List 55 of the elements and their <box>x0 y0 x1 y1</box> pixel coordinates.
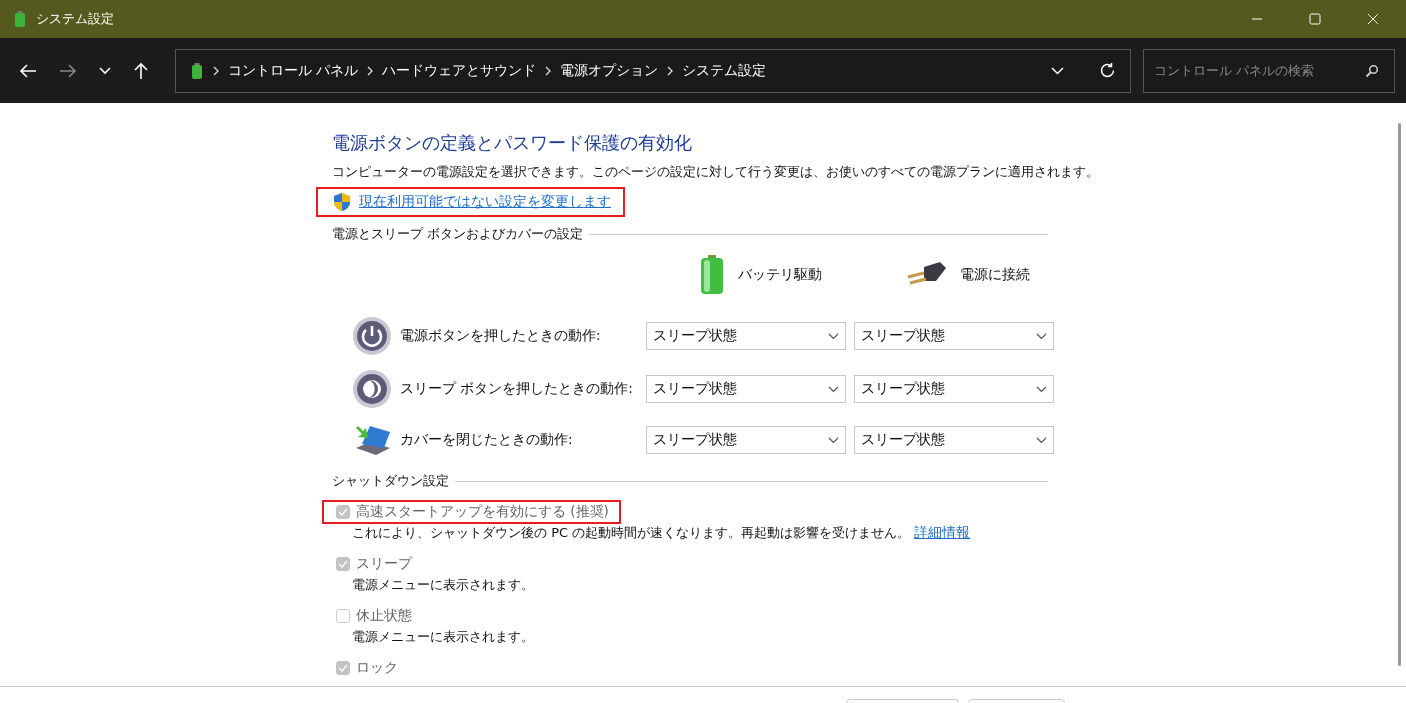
shield-icon <box>333 192 351 212</box>
moon-icon <box>352 369 392 409</box>
chevron-right-icon <box>213 65 219 76</box>
action-label: 電源ボタンを押したときの動作: <box>400 327 602 345</box>
chevron-right-icon <box>367 65 374 76</box>
chevron-down-icon <box>828 332 839 340</box>
address-bar[interactable]: コントロール パネル ハードウェアとサウンド 電源オプション システム設定 <box>175 48 1131 93</box>
battery-icon <box>12 10 28 28</box>
breadcrumb-item[interactable]: ハードウェアとサウンド <box>382 61 537 80</box>
action-label: スリープ ボタンを押したときの動作: <box>400 380 634 398</box>
maximize-icon[interactable] <box>1309 13 1321 25</box>
search-field[interactable]: コントロール パネルの検索 <box>1143 48 1395 93</box>
chevron-down-icon <box>1036 332 1047 340</box>
dropdown[interactable]: スリープ状態 <box>854 322 1054 350</box>
battery-icon <box>190 61 204 80</box>
chevron-down-icon[interactable] <box>99 66 111 75</box>
breadcrumb-item[interactable]: コントロール パネル <box>228 61 359 80</box>
chevron-down-icon[interactable] <box>1051 66 1064 75</box>
option-description: 電源メニューに表示されます。 <box>352 576 534 594</box>
chevron-down-icon <box>1036 385 1047 393</box>
dropdown[interactable]: スリープ状態 <box>646 426 846 454</box>
page-heading: 電源ボタンの定義とパスワード保護の有効化 <box>332 131 693 155</box>
section-title: シャットダウン設定 <box>332 472 449 490</box>
breadcrumb-item[interactable]: 電源オプション <box>560 61 659 80</box>
window-title: システム設定 <box>36 10 114 28</box>
checkbox-label: 高速スタートアップを有効にする (推奨) <box>356 503 609 521</box>
checkbox-label: 休止状態 <box>356 607 412 625</box>
battery-icon <box>698 255 726 295</box>
chevron-down-icon <box>1036 436 1047 444</box>
close-icon[interactable] <box>1367 13 1379 25</box>
up-arrow-icon[interactable] <box>133 61 149 80</box>
chevron-right-icon <box>667 65 674 76</box>
power-icon <box>352 316 392 356</box>
breadcrumb-item[interactable]: システム設定 <box>682 61 767 80</box>
section-title: 電源とスリープ ボタンおよびカバーの設定 <box>332 225 584 243</box>
column-header: バッテリ駆動 <box>738 266 822 284</box>
page-description: コンピューターの電源設定を選択できます。このページの設定に対して行う変更は、お使いのすべての電源プランに適用されます。 <box>332 164 1100 181</box>
dropdown[interactable]: スリープ状態 <box>646 375 846 403</box>
chevron-down-icon <box>828 385 839 393</box>
option-description: 電源メニューに表示されます。 <box>352 628 534 646</box>
action-label: カバーを閉じたときの動作: <box>400 431 574 449</box>
column-header: 電源に接続 <box>960 266 1030 284</box>
dropdown[interactable]: スリープ状態 <box>854 426 1054 454</box>
back-arrow-icon[interactable] <box>19 62 37 79</box>
refresh-icon[interactable] <box>1099 62 1116 79</box>
checkbox-label: ロック <box>356 659 398 677</box>
chevron-right-icon <box>545 65 552 76</box>
checkbox-label: スリープ <box>356 555 412 573</box>
forward-arrow-icon[interactable] <box>59 62 77 79</box>
chevron-down-icon <box>828 436 839 444</box>
search-icon[interactable] <box>1365 63 1379 78</box>
dropdown[interactable]: スリープ状態 <box>854 375 1054 403</box>
change-settings-link[interactable]: 現在利用可能ではない設定を変更します <box>359 193 611 211</box>
dropdown[interactable]: スリープ状態 <box>646 322 846 350</box>
option-description: これにより、シャットダウン後の PC の起動時間が速くなります。再起動は影響を受けません。 <box>352 524 911 542</box>
